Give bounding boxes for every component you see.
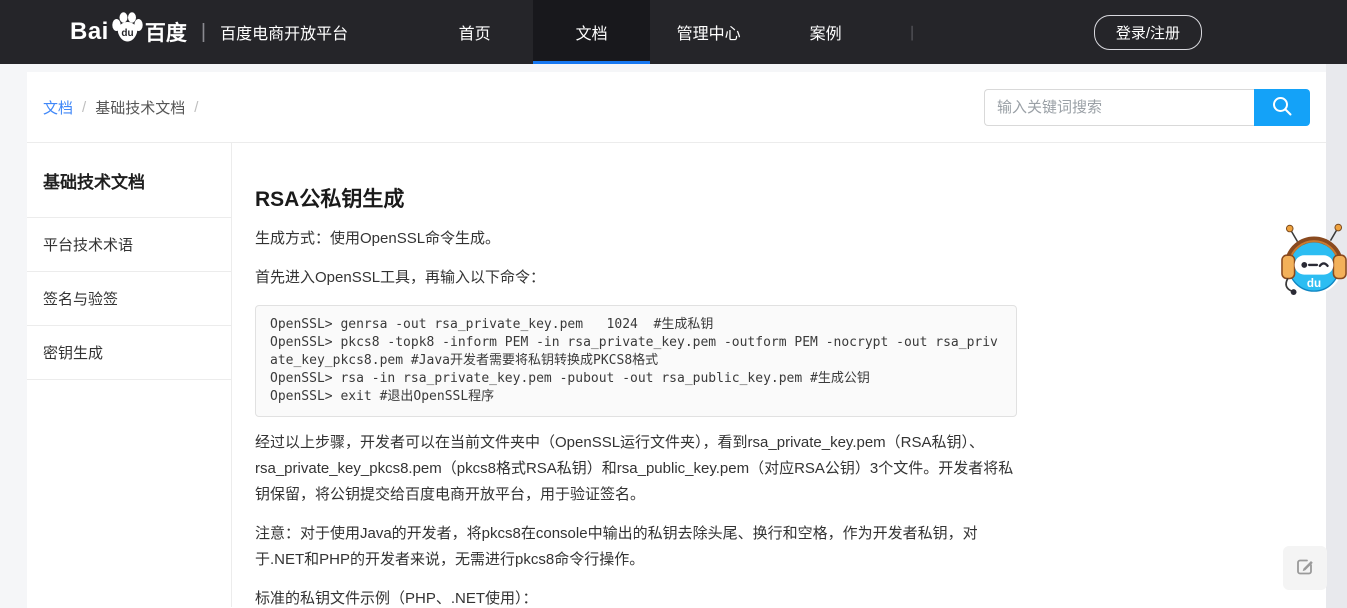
paragraph-steps-result: 经过以上步骤，开发者可以在当前文件夹中（OpenSSL运行文件夹），看到rsa_… — [255, 430, 1017, 508]
sidebar-item-key-generation[interactable]: 密钥生成 — [27, 326, 231, 380]
search-input[interactable] — [984, 89, 1254, 126]
code-line: OpenSSL> rsa -in rsa_private_key.pem -pu… — [270, 370, 1002, 388]
doc-main: RSA公私钥生成 生成方式：使用OpenSSL命令生成。 首先进入OpenSSL… — [232, 143, 1044, 607]
nav-pipe-divider: 丨 — [904, 20, 920, 44]
sidebar: 基础技术文档 平台技术术语 签名与验签 密钥生成 — [27, 143, 232, 607]
logo-divider: | — [201, 21, 206, 44]
breadcrumb-separator: / — [82, 99, 86, 116]
sidebar-title: 基础技术文档 — [27, 143, 231, 218]
paragraph-generation-method: 生成方式：使用OpenSSL命令生成。 — [255, 226, 1017, 252]
top-nav: Bai du 百度 | 百度电商开放平台 首页 文档 管理中心 案例 丨 登录/… — [0, 0, 1347, 64]
code-line: OpenSSL> pkcs8 -topk8 -inform PEM -in rs… — [270, 334, 1002, 370]
nav-item-docs[interactable]: 文档 — [533, 0, 650, 64]
baidu-logo[interactable]: Bai du 百度 | 百度电商开放平台 — [70, 0, 348, 64]
svg-text:du: du — [121, 28, 133, 39]
nav-item-cases[interactable]: 案例 — [767, 0, 884, 64]
logo-text-bai: Bai — [70, 18, 109, 46]
breadcrumb: 文档 / 基础技术文档 / — [43, 97, 207, 118]
breadcrumb-docs-link[interactable]: 文档 — [43, 97, 73, 118]
baidu-paw-icon: du — [110, 12, 144, 47]
nav-item-management-center[interactable]: 管理中心 — [650, 0, 767, 64]
logo-product-name: 百度电商开放平台 — [220, 20, 348, 44]
nav-item-home[interactable]: 首页 — [416, 0, 533, 64]
main-nav-menu: 首页 文档 管理中心 案例 — [416, 0, 884, 64]
paragraph-openssl-intro: 首先进入OpenSSL工具，再输入以下命令： — [255, 265, 1017, 291]
sidebar-item-sign-verify[interactable]: 签名与验签 — [27, 272, 231, 326]
page-body: 文档 / 基础技术文档 / 基础技 — [0, 64, 1347, 608]
content-row: 基础技术文档 平台技术术语 签名与验签 密钥生成 RSA公私钥生成 生成方式：使… — [27, 143, 1326, 607]
chatbot-mascot[interactable]: du — [1281, 222, 1347, 302]
page-title: RSA公私钥生成 — [255, 183, 1017, 213]
search-box — [984, 89, 1310, 126]
breadcrumb-separator: / — [194, 99, 198, 116]
paragraph-key-example-intro: 标准的私钥文件示例（PHP、.NET使用）： — [255, 586, 1017, 608]
breadcrumb-current: 基础技术文档 — [95, 97, 185, 118]
edit-compose-icon — [1294, 556, 1316, 581]
login-register-button[interactable]: 登录/注册 — [1094, 15, 1202, 50]
content-card: 文档 / 基础技术文档 / 基础技 — [27, 72, 1326, 608]
breadcrumb-row: 文档 / 基础技术文档 / — [27, 72, 1326, 143]
search-button[interactable] — [1254, 89, 1310, 126]
code-line: OpenSSL> genrsa -out rsa_private_key.pem… — [270, 316, 1002, 334]
code-line: OpenSSL> exit #退出OpenSSL程序 — [270, 388, 1002, 406]
svg-text:du: du — [1307, 277, 1321, 290]
paragraph-java-note: 注意：对于使用Java的开发者，将pkcs8在console中输出的私钥去除头尾… — [255, 521, 1017, 573]
right-gutter — [1326, 64, 1347, 608]
chatbot-robot-icon: du — [1281, 289, 1347, 306]
code-block-openssl-commands: OpenSSL> genrsa -out rsa_private_key.pem… — [255, 305, 1017, 417]
magnifier-icon — [1270, 94, 1294, 121]
logo-text-baidu-cn: 百度 — [145, 17, 187, 47]
sidebar-item-platform-terms[interactable]: 平台技术术语 — [27, 218, 231, 272]
feedback-button[interactable] — [1283, 546, 1327, 590]
